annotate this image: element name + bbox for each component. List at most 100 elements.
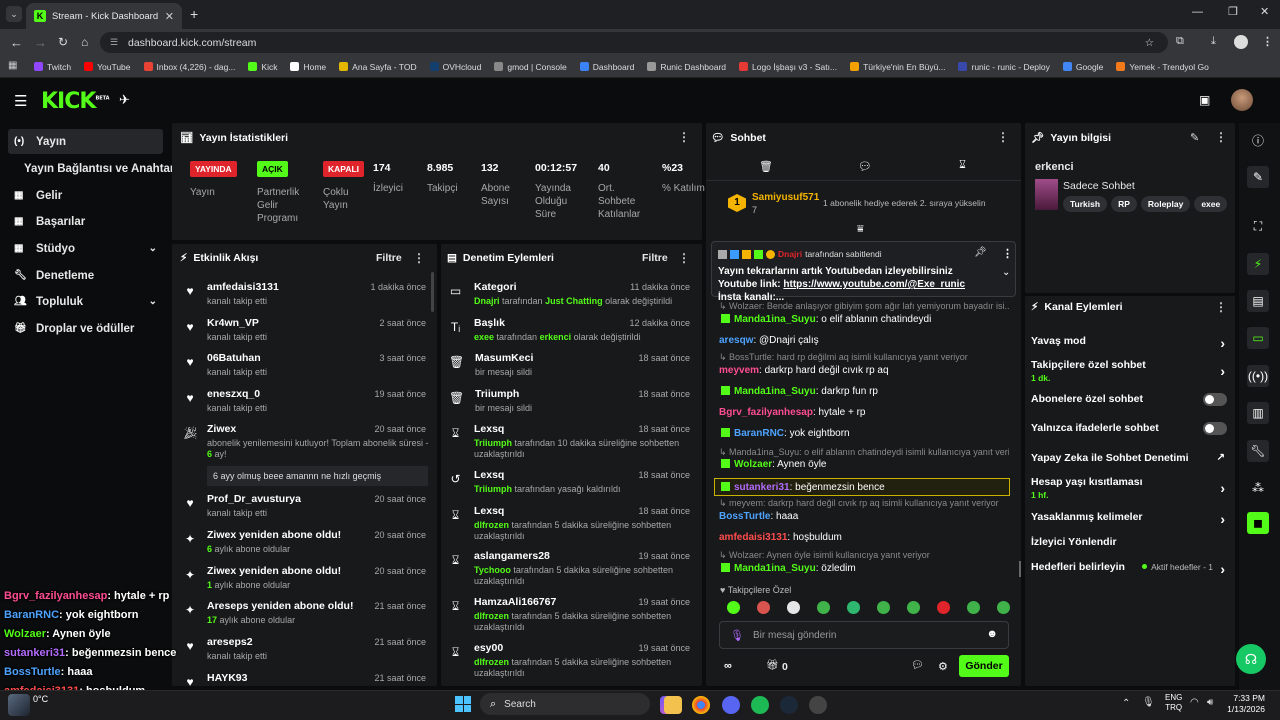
emote-icon[interactable] xyxy=(967,601,980,614)
tray-expand-icon[interactable]: ⌃ xyxy=(1122,698,1130,709)
stats-menu-icon[interactable]: ⋮ xyxy=(678,130,690,144)
chevron-right-icon[interactable]: › xyxy=(1220,335,1225,351)
bolt-rail-icon[interactable]: ⚡︎ xyxy=(1247,253,1269,275)
moderator-name[interactable]: dlfrozen xyxy=(474,611,509,621)
chat-reply-context[interactable]: ↳ Wolzaer: Bende anlaşıyor gibiyim şom a… xyxy=(719,300,1009,313)
channel-actions-menu-icon[interactable]: ⋮ xyxy=(1215,300,1227,314)
stream-tag[interactable]: RP xyxy=(1111,196,1137,212)
channel-action-item[interactable]: İzleyici Yönlendir xyxy=(1031,536,1227,548)
bookmark-item[interactable]: gmod | Console xyxy=(494,62,567,72)
chat-reply-context[interactable]: ↳ Wolzaer: Aynen öyle isimli kullanıcıya… xyxy=(719,549,1009,562)
bookmark-item[interactable]: Türkiye'nin En Büyü... xyxy=(850,62,945,72)
app-rail-icon[interactable]: ◼ xyxy=(1247,512,1269,534)
activity-item[interactable]: ♥ areseps2 kanalı takip etti 21 saat önce xyxy=(183,636,430,662)
pin-icon[interactable]: ✈ xyxy=(119,92,130,108)
chat-message[interactable]: Manda1ina_Suyu: o elif ablanın chatindey… xyxy=(719,313,1009,326)
sidebar-item[interactable]: (•) Yayın xyxy=(8,129,163,154)
file-explorer-icon[interactable] xyxy=(664,696,682,714)
chevron-right-icon[interactable]: › xyxy=(1220,363,1225,379)
activity-item[interactable]: ✦ Areseps yeniden abone oldu! 17 aylık abo… xyxy=(183,600,430,626)
gift-box-icon[interactable]: 🎁︎ xyxy=(766,660,779,671)
window-minimize-button[interactable]: — xyxy=(1192,6,1203,18)
notes-rail-icon[interactable]: ▤ xyxy=(1247,290,1269,312)
steam-icon[interactable] xyxy=(780,696,798,714)
chat-menu-icon[interactable]: ⋮ xyxy=(997,130,1009,144)
mic-icon[interactable]: 🎙︎ xyxy=(730,629,744,642)
volume-icon[interactable]: 🔊︎ xyxy=(1207,697,1213,708)
chat-message[interactable]: sutankeri31: beğenmezsin bence xyxy=(714,478,1010,496)
window-close-button[interactable]: ✕ xyxy=(1260,5,1269,18)
toggle-switch[interactable] xyxy=(1203,393,1227,406)
chat-reply-context[interactable]: ↳ BossTurtle: hard rp değilmi aq isimli … xyxy=(719,351,1009,364)
bookmark-item[interactable]: Kick xyxy=(248,62,277,72)
chat-message[interactable]: Wolzaer: Aynen öyle xyxy=(719,458,1009,471)
window-restore-button[interactable]: ❐ xyxy=(1228,5,1238,18)
moderation-item[interactable]: ↺ Lexsq Triiumph tarafından yasağı kaldırı… xyxy=(449,469,694,495)
moderation-item[interactable]: ▭ Kategori Dnajri tarafından Just Chatting… xyxy=(449,281,694,307)
discord-icon[interactable] xyxy=(722,696,740,714)
chevron-right-icon[interactable]: › xyxy=(1220,511,1225,527)
site-info-icon[interactable]: ☰ xyxy=(110,37,118,48)
send-button[interactable]: Gönder xyxy=(959,655,1009,677)
activity-item[interactable]: ♥ 06Batuhan kanalı takip etti 3 saat önce xyxy=(183,352,430,378)
bookmark-item[interactable]: Dashboard xyxy=(579,62,634,72)
moderator-name[interactable]: exee xyxy=(474,332,494,342)
pinned-author[interactable]: Dnajri xyxy=(778,249,802,259)
chat-message[interactable]: BossTurtle: haaa xyxy=(719,510,1009,523)
address-bar[interactable]: ☰ dashboard.kick.com/stream ☆ xyxy=(100,32,1168,53)
user-avatar[interactable] xyxy=(1231,89,1253,111)
chat-message[interactable]: amfedaisi3131: hoşbuldum xyxy=(719,531,1009,544)
category-name[interactable]: Sadece Sohbet xyxy=(1063,180,1135,192)
new-tab-button[interactable]: + xyxy=(190,6,198,22)
channel-action-item[interactable]: Yapay Zeka ile Sohbet Denetimi ↗ xyxy=(1031,452,1227,464)
chat-username[interactable]: amfedaisi3131 xyxy=(719,532,787,543)
kick-logo[interactable]: KICKBETA xyxy=(41,89,110,114)
chat-reply-context[interactable]: ↳ meyvem: darkrp hard değil cıvık rp aq … xyxy=(719,497,1009,510)
chat-trash-icon[interactable]: 🗑︎ xyxy=(759,160,773,173)
chat-input[interactable]: 🎙︎ Bir mesaj gönderin ☻ xyxy=(719,621,1009,649)
activity-filter-button[interactable]: Filtre xyxy=(376,252,402,264)
bookmark-star-icon[interactable]: ☆ xyxy=(1145,37,1154,49)
hamburger-menu-icon[interactable]: ☰ xyxy=(14,92,27,110)
chat-username[interactable]: Manda1ina_Suyu xyxy=(734,563,816,574)
stream-tag[interactable]: Turkish xyxy=(1063,196,1108,212)
moderation-item[interactable]: Tᵢ Başlık exee tarafından erkenci olarak d… xyxy=(449,317,694,343)
toggle-switch[interactable] xyxy=(1203,422,1227,435)
tab-search-button[interactable]: ⌄ xyxy=(6,6,22,22)
stream-tag[interactable]: Roleplay xyxy=(1140,196,1191,212)
moderator-name[interactable]: Dnajri xyxy=(474,296,500,306)
apps-grid-icon[interactable]: ▦ xyxy=(8,60,17,71)
share-rail-icon[interactable]: ⁂ xyxy=(1247,477,1269,499)
chat-message[interactable]: meyvem: darkrp hard değil cıvık rp aq xyxy=(719,364,1009,377)
chevron-down-icon[interactable]: ⌄ xyxy=(149,243,157,254)
moderation-item[interactable]: ⌛︎ HamzaAli166767 dlfrozen tarafından 5 da… xyxy=(449,596,694,633)
edit-pencil-icon[interactable]: ✎ xyxy=(1190,131,1199,144)
chat-username[interactable]: sutankeri31 xyxy=(734,482,790,493)
emote-icon[interactable] xyxy=(997,601,1010,614)
bookmark-item[interactable]: Google xyxy=(1062,62,1103,72)
sidebar-item[interactable]: 🎁︎ Droplar ve ödüller xyxy=(8,316,163,341)
wrench-rail-icon[interactable]: 🔧︎ xyxy=(1247,440,1269,462)
emote-icon[interactable] xyxy=(727,601,740,614)
moderator-name[interactable]: dlfrozen xyxy=(474,520,509,530)
chevron-right-icon[interactable]: › xyxy=(1220,561,1225,577)
pinned-pin-icon[interactable]: 📌︎ xyxy=(974,247,987,258)
app-icon[interactable] xyxy=(809,696,827,714)
moderator-name[interactable]: Triiumph xyxy=(474,438,512,448)
sidebar-item[interactable]: ▦ Gelir xyxy=(8,183,163,208)
moderation-item[interactable]: 🗑︎ MasumKeci bir mesajı sildi 18 saat önce xyxy=(449,352,694,378)
activity-menu-icon[interactable]: ⋮ xyxy=(413,251,425,265)
emote-icon[interactable] xyxy=(877,601,890,614)
browser-tab[interactable]: K Stream - Kick Dashboard ✕ xyxy=(26,3,182,29)
activity-item[interactable]: ♥ HAYK93 21 saat önce xyxy=(183,672,430,689)
moderation-item[interactable]: ⌛︎ Lexsq dlfrozen tarafından 5 dakika süre… xyxy=(449,505,694,542)
sidebar-item[interactable]: ▦ Stüdyo ⌄ xyxy=(8,236,163,261)
sidebar-item[interactable]: 👥︎ Topluluk ⌄ xyxy=(8,289,163,314)
chat-username[interactable]: Manda1ina_Suyu xyxy=(734,314,816,325)
tab-close-icon[interactable]: ✕ xyxy=(165,10,174,23)
emote-icon[interactable] xyxy=(907,601,920,614)
kicks-infinity-icon[interactable]: ∞ xyxy=(724,660,732,672)
chat-rail-icon[interactable]: ▭ xyxy=(1247,327,1269,349)
activity-item[interactable]: ♥ Prof_Dr_avusturya kanalı takip etti 20 sa… xyxy=(183,493,430,519)
bookmark-item[interactable]: Logo İşbaşı v3 - Satı... xyxy=(739,62,837,72)
